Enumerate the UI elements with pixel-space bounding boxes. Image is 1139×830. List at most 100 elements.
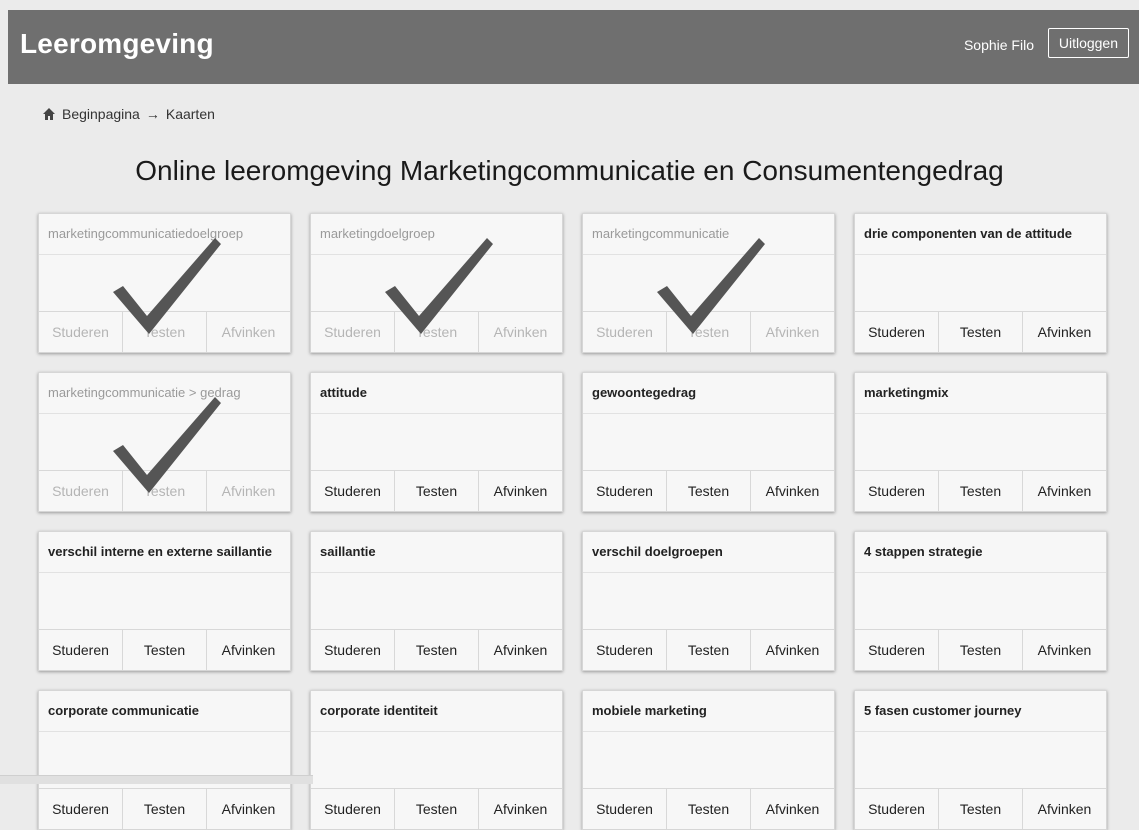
test-button[interactable]: Testen xyxy=(395,471,479,511)
card-actions: Studeren Testen Afvinken xyxy=(855,311,1106,352)
flashcard: attitude Studeren Testen Afvinken xyxy=(310,372,563,512)
card-actions: Studeren Testen Afvinken xyxy=(39,311,290,352)
scroll-overlay xyxy=(0,775,313,784)
flashcard: verschil doelgroepen Studeren Testen Afvink… xyxy=(582,531,835,671)
check-off-button[interactable]: Afvinken xyxy=(1023,789,1106,829)
flashcard: drie componenten van de attitude Studeren… xyxy=(854,213,1107,353)
test-button[interactable]: Testen xyxy=(939,789,1023,829)
card-body xyxy=(311,573,562,631)
test-button[interactable]: Testen xyxy=(123,789,207,829)
check-off-button[interactable]: Afvinken xyxy=(479,630,562,670)
card-actions: Studeren Testen Afvinken xyxy=(311,470,562,511)
check-off-button[interactable]: Afvinken xyxy=(1023,312,1106,352)
card-actions: Studeren Testen Afvinken xyxy=(855,470,1106,511)
breadcrumb-home-link[interactable]: Beginpagina xyxy=(62,106,140,122)
card-actions: Studeren Testen Afvinken xyxy=(39,470,290,511)
flashcard: saillantie Studeren Testen Afvinken xyxy=(310,531,563,671)
flashcard: mobiele marketing Studeren Testen Afvinken xyxy=(582,690,835,830)
card-title: gewoontegedrag xyxy=(583,373,834,414)
study-button[interactable]: Studeren xyxy=(39,471,123,511)
card-title: marketingcommunicatie > gedrag xyxy=(39,373,290,414)
card-actions: Studeren Testen Afvinken xyxy=(583,788,834,829)
check-off-button[interactable]: Afvinken xyxy=(1023,630,1106,670)
card-actions: Studeren Testen Afvinken xyxy=(855,788,1106,829)
card-title: verschil interne en externe saillantie xyxy=(39,532,290,573)
flashcard: corporate communicatie Studeren Testen Afvi… xyxy=(38,690,291,830)
test-button[interactable]: Testen xyxy=(395,789,479,829)
card-actions: Studeren Testen Afvinken xyxy=(583,470,834,511)
test-button[interactable]: Testen xyxy=(123,630,207,670)
card-body xyxy=(39,414,290,472)
study-button[interactable]: Studeren xyxy=(583,789,667,829)
card-body xyxy=(855,573,1106,631)
check-off-button[interactable]: Afvinken xyxy=(751,312,834,352)
flashcard: 5 fasen customer journey Studeren Testen Af… xyxy=(854,690,1107,830)
check-off-button[interactable]: Afvinken xyxy=(1023,471,1106,511)
check-off-button[interactable]: Afvinken xyxy=(751,789,834,829)
card-actions: Studeren Testen Afvinken xyxy=(583,311,834,352)
check-off-button[interactable]: Afvinken xyxy=(207,630,290,670)
test-button[interactable]: Testen xyxy=(395,630,479,670)
study-button[interactable]: Studeren xyxy=(311,312,395,352)
check-off-button[interactable]: Afvinken xyxy=(479,471,562,511)
test-button[interactable]: Testen xyxy=(667,630,751,670)
card-body xyxy=(39,573,290,631)
card-title: 5 fasen customer journey xyxy=(855,691,1106,732)
breadcrumb: Beginpagina → Kaarten xyxy=(42,106,215,122)
check-off-button[interactable]: Afvinken xyxy=(479,312,562,352)
study-button[interactable]: Studeren xyxy=(855,312,939,352)
check-off-button[interactable]: Afvinken xyxy=(207,312,290,352)
study-button[interactable]: Studeren xyxy=(583,471,667,511)
card-title: 4 stappen strategie xyxy=(855,532,1106,573)
flashcard: 4 stappen strategie Studeren Testen Afvinke… xyxy=(854,531,1107,671)
card-title: drie componenten van de attitude xyxy=(855,214,1106,255)
card-body xyxy=(583,255,834,313)
card-body xyxy=(583,414,834,472)
study-button[interactable]: Studeren xyxy=(311,471,395,511)
card-title: saillantie xyxy=(311,532,562,573)
test-button[interactable]: Testen xyxy=(123,312,207,352)
test-button[interactable]: Testen xyxy=(939,471,1023,511)
study-button[interactable]: Studeren xyxy=(855,789,939,829)
card-title: marketingdoelgroep xyxy=(311,214,562,255)
card-actions: Studeren Testen Afvinken xyxy=(311,629,562,670)
check-off-button[interactable]: Afvinken xyxy=(207,789,290,829)
test-button[interactable]: Testen xyxy=(395,312,479,352)
check-off-button[interactable]: Afvinken xyxy=(479,789,562,829)
study-button[interactable]: Studeren xyxy=(39,312,123,352)
logout-button[interactable]: Uitloggen xyxy=(1047,28,1129,58)
flashcard: marketingcommunicatie > gedrag Studeren Te… xyxy=(38,372,291,512)
flashcard: marketingmix Studeren Testen Afvinken xyxy=(854,372,1107,512)
card-title: verschil doelgroepen xyxy=(583,532,834,573)
home-icon xyxy=(42,107,56,121)
study-button[interactable]: Studeren xyxy=(311,630,395,670)
card-title: mobiele marketing xyxy=(583,691,834,732)
card-title: corporate identiteit xyxy=(311,691,562,732)
card-actions: Studeren Testen Afvinken xyxy=(855,629,1106,670)
study-button[interactable]: Studeren xyxy=(39,789,123,829)
flashcard: gewoontegedrag Studeren Testen Afvinken xyxy=(582,372,835,512)
card-actions: Studeren Testen Afvinken xyxy=(311,311,562,352)
test-button[interactable]: Testen xyxy=(123,471,207,511)
card-body xyxy=(855,732,1106,790)
study-button[interactable]: Studeren xyxy=(855,471,939,511)
test-button[interactable]: Testen xyxy=(939,312,1023,352)
test-button[interactable]: Testen xyxy=(667,471,751,511)
test-button[interactable]: Testen xyxy=(939,630,1023,670)
check-off-button[interactable]: Afvinken xyxy=(751,471,834,511)
test-button[interactable]: Testen xyxy=(667,789,751,829)
brand-title[interactable]: Leeromgeving xyxy=(20,28,214,60)
check-off-button[interactable]: Afvinken xyxy=(207,471,290,511)
breadcrumb-separator: → xyxy=(145,106,160,122)
flashcard: corporate identiteit Studeren Testen Afvink… xyxy=(310,690,563,830)
card-actions: Studeren Testen Afvinken xyxy=(39,788,290,829)
study-button[interactable]: Studeren xyxy=(583,312,667,352)
study-button[interactable]: Studeren xyxy=(855,630,939,670)
card-body xyxy=(39,255,290,313)
study-button[interactable]: Studeren xyxy=(583,630,667,670)
card-actions: Studeren Testen Afvinken xyxy=(583,629,834,670)
study-button[interactable]: Studeren xyxy=(39,630,123,670)
study-button[interactable]: Studeren xyxy=(311,789,395,829)
test-button[interactable]: Testen xyxy=(667,312,751,352)
check-off-button[interactable]: Afvinken xyxy=(751,630,834,670)
